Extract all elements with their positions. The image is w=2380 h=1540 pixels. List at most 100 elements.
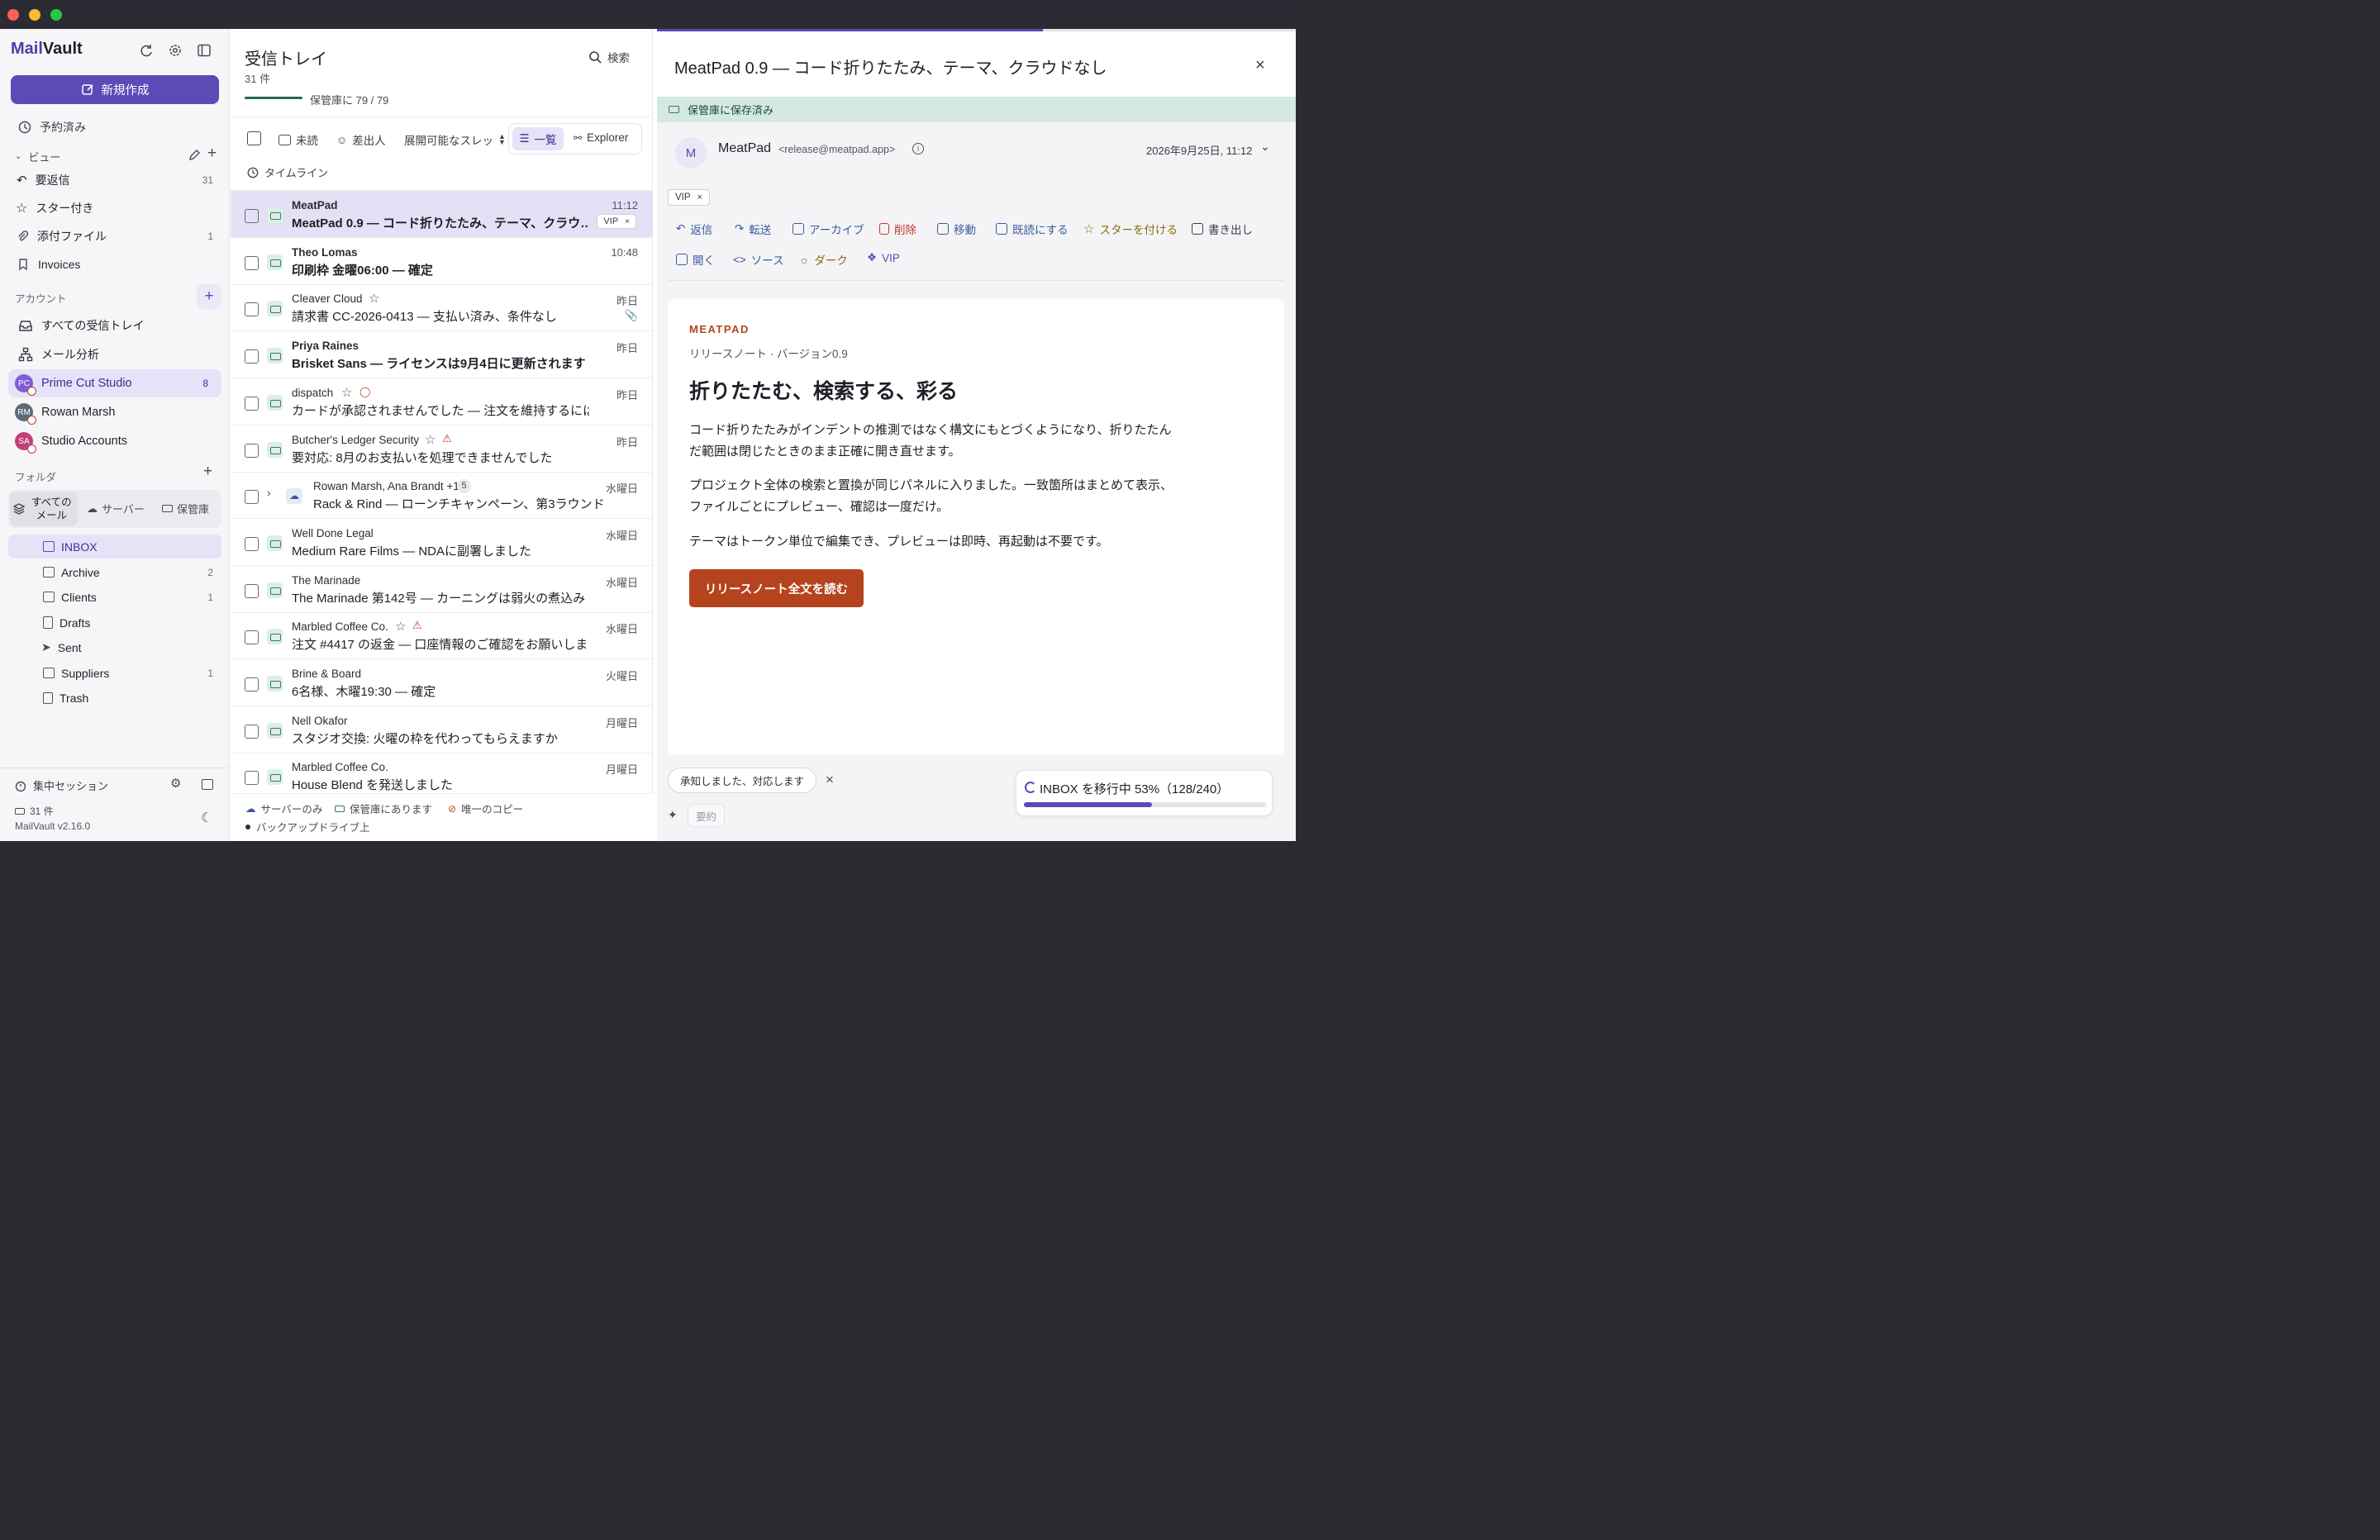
message-checkbox[interactable] [245, 302, 259, 317]
delete-button[interactable]: 削除 [879, 221, 916, 237]
search-button[interactable]: 検索 [588, 49, 630, 65]
message-checkbox[interactable] [245, 209, 259, 223]
forward-button[interactable]: ↷ 転送 [735, 221, 771, 237]
refresh-icon[interactable] [139, 43, 154, 58]
message-row[interactable]: Butcher's Ledger Security ☆ ⚠ 要対応: 8月のお支払いを… [231, 425, 653, 473]
debug-bug-icon[interactable]: ⚙ [170, 776, 181, 791]
vip-tag-chip[interactable]: VIP × [668, 189, 710, 206]
dot-icon [245, 824, 250, 829]
expand-thread-chevron-icon[interactable]: › [267, 486, 271, 499]
view-list-button[interactable]: ☰ 一覧 [512, 127, 564, 150]
threads-select[interactable]: 展開可能なスレッ ▲ ▼ [404, 131, 506, 148]
message-checkbox[interactable] [245, 771, 259, 786]
scope-tab-all-mail[interactable]: すべての メール [10, 492, 78, 526]
message-checkbox[interactable] [245, 396, 259, 411]
message-checkbox[interactable] [245, 443, 259, 458]
star-icon[interactable]: ☆ [395, 619, 406, 634]
message-checkbox[interactable] [245, 255, 259, 270]
sidebar-item-all-inboxes[interactable]: すべての受信トレイ [8, 311, 221, 340]
settings-gear-icon[interactable] [168, 43, 183, 58]
view-source-button[interactable]: <> ソース [733, 251, 784, 268]
folder-clients[interactable]: Clients 1 [8, 585, 221, 609]
edit-views-pencil-icon[interactable] [188, 149, 201, 161]
sidebar-account-prime-cut-studio[interactable]: PC Prime Cut Studio 8 [8, 369, 221, 397]
select-all-checkbox[interactable] [247, 131, 261, 145]
zoom-window-button[interactable] [50, 9, 62, 21]
filter-unread-button[interactable]: 未読 [278, 131, 318, 148]
message-row[interactable]: Marbled Coffee Co. ☆ ⚠ 注文 #4417 の返金 — 口座情報の… [231, 612, 653, 660]
sidebar-account-studio-accounts[interactable]: SA Studio Accounts [8, 427, 221, 455]
sidebar-account-rowan-marsh[interactable]: RM Rowan Marsh [8, 398, 221, 426]
mark-read-button[interactable]: 既読にする [996, 221, 1069, 237]
quick-reply-chip[interactable]: 承知しました、対応します [668, 768, 817, 793]
message-checkbox[interactable] [245, 349, 259, 364]
star-icon[interactable]: ☆ [369, 291, 379, 306]
summarize-button[interactable]: 要約 [688, 804, 726, 827]
sidebar-item-reply-needed[interactable]: ↶ 要返信 31 [8, 168, 221, 192]
sidebar-item-starred[interactable]: ☆ スター付き [8, 196, 221, 221]
sidebar-item-mail-analysis[interactable]: メール分析 [8, 340, 221, 368]
close-reader-button[interactable]: × [1255, 56, 1265, 75]
view-explorer-button[interactable]: ⚯ Explorer [574, 131, 628, 144]
move-button[interactable]: 移動 [937, 221, 976, 237]
collapse-sidebar-icon[interactable] [197, 43, 212, 58]
filter-sender-button[interactable]: ☺ 差出人 [336, 131, 386, 148]
star-icon[interactable]: ☆ [425, 432, 436, 447]
message-row[interactable]: Cleaver Cloud ☆ 請求書 CC-2026-0413 — 支払い済み、条… [231, 284, 653, 332]
remove-tag-x-icon[interactable]: × [697, 192, 702, 202]
message-row[interactable]: › ☁ Rowan Marsh, Ana Brandt +1 5 Rack & Rind… [231, 472, 653, 520]
dark-toggle-button[interactable]: ☼ ダーク [799, 251, 848, 268]
remove-tag-x-icon[interactable]: × [625, 217, 630, 226]
views-section-header[interactable]: ⌄ ビュー [15, 149, 60, 164]
vip-tag-button[interactable]: ❖ VIP [867, 251, 900, 264]
sidebar-item-invoices[interactable]: Invoices [8, 252, 221, 277]
message-checkbox[interactable] [245, 677, 259, 692]
add-account-button[interactable]: + [197, 284, 221, 309]
star-button[interactable]: ☆ スターを付ける [1083, 221, 1178, 237]
minimize-window-button[interactable] [29, 9, 40, 21]
read-full-notes-button[interactable]: リリースノート全文を読む [689, 569, 864, 607]
focus-session-button[interactable]: 集中セッション [15, 777, 108, 793]
message-checkbox[interactable] [245, 583, 259, 598]
dismiss-quick-reply-icon[interactable]: × [826, 772, 834, 788]
sender-info-icon[interactable]: i [912, 143, 924, 154]
timeline-button[interactable]: タイムライン [247, 164, 328, 180]
add-view-plus-icon[interactable]: + [207, 145, 217, 163]
folder-sent[interactable]: ➤ Sent [8, 635, 221, 659]
open-external-button[interactable]: 開く [676, 251, 715, 268]
message-checkbox[interactable] [245, 490, 259, 505]
scope-tab-server[interactable]: ☁ サーバー [87, 501, 145, 516]
message-checkbox[interactable] [245, 536, 259, 551]
export-button[interactable]: 書き出し [1192, 221, 1253, 237]
archive-button[interactable]: アーカイブ [793, 221, 864, 237]
sender-email: <release@meatpad.app> [778, 144, 896, 155]
folder-drafts[interactable]: Drafts [8, 611, 221, 635]
add-folder-plus-icon[interactable]: + [203, 463, 212, 481]
message-checkbox[interactable] [245, 724, 259, 739]
message-row[interactable]: Theo Lomas 印刷枠 金曜06:00 — 確定 10:48 [231, 238, 653, 285]
gift-icon[interactable] [202, 779, 213, 790]
message-row[interactable]: dispatch ☆ ◯ カードが承認されませんでした — 注文を維持するにはお支払い… [231, 378, 653, 425]
scope-tab-vault[interactable]: 保管庫 [162, 501, 209, 516]
message-row[interactable]: Well Done Legal Medium Rare Films — NDAに副… [231, 519, 653, 566]
folder-archive[interactable]: Archive 2 [8, 560, 221, 584]
close-window-button[interactable] [7, 9, 19, 21]
folder-inbox[interactable]: INBOX [8, 535, 221, 558]
message-checkbox[interactable] [245, 630, 259, 645]
folder-trash[interactable]: Trash [8, 686, 221, 710]
expand-header-chevron-icon[interactable]: ⌄ [1260, 140, 1270, 154]
message-subject: House Blend を発送しました [292, 778, 454, 793]
message-row[interactable]: Priya Raines Brisket Sans — ライセンスは9月4日に更新… [231, 331, 653, 379]
sidebar-item-scheduled[interactable]: 予約済み [8, 115, 221, 140]
message-row[interactable]: Nell Okafor スタジオ交換: 火曜の枠を代わってもらえますか 月曜日 [231, 706, 653, 753]
message-row[interactable]: MeatPad MeatPad 0.9 — コード折りたたみ、テーマ、クラウ… 11… [231, 191, 653, 238]
sidebar-item-attachments[interactable]: 添付ファイル 1 [8, 224, 221, 249]
folder-suppliers[interactable]: Suppliers 1 [8, 661, 221, 685]
compose-button[interactable]: 新規作成 [11, 75, 219, 104]
message-row[interactable]: Brine & Board 6名様、木曜19:30 — 確定 火曜日 [231, 659, 653, 706]
dark-mode-moon-icon[interactable]: ☾ [201, 810, 212, 826]
reply-button[interactable]: ↶ 返信 [676, 221, 712, 237]
star-icon[interactable]: ☆ [341, 385, 352, 400]
message-row[interactable]: The Marinade The Marinade 第142号 — カーニングは弱… [231, 566, 653, 613]
vip-tag-chip[interactable]: VIP × [597, 214, 636, 229]
